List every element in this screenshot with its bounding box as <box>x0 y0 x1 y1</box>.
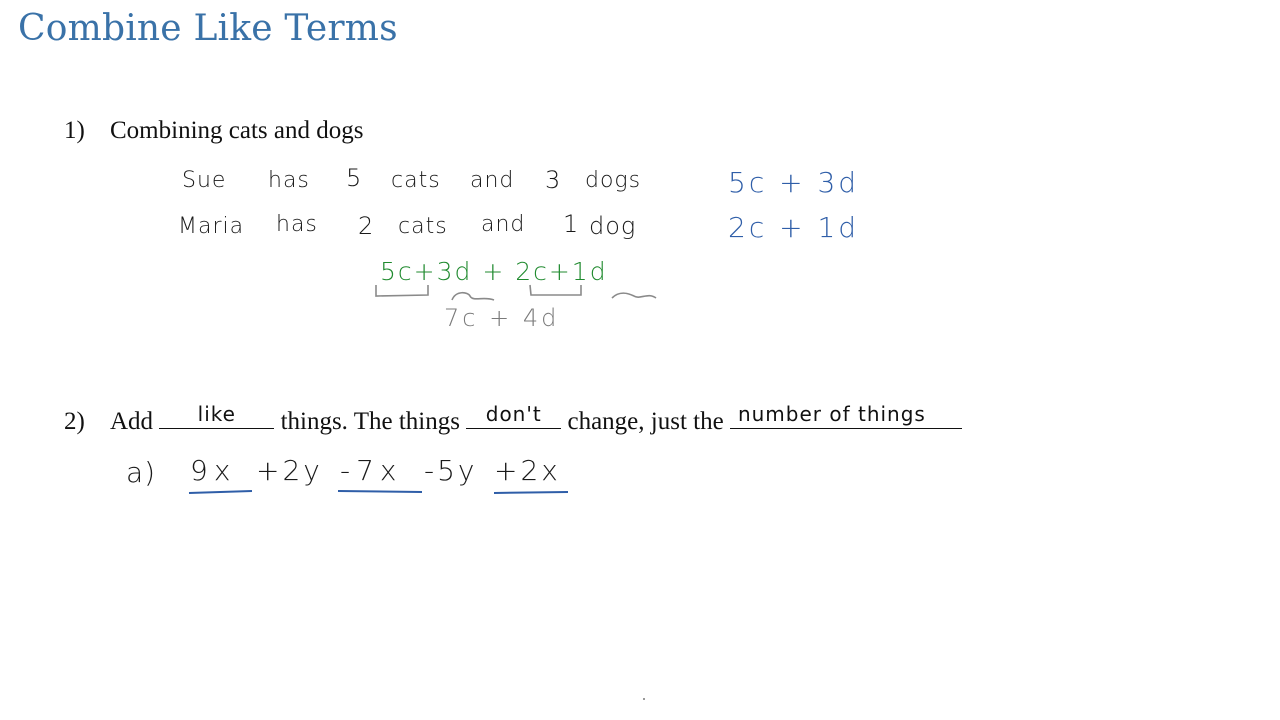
word: 3 <box>545 166 562 194</box>
underline-7x <box>337 490 423 493</box>
word: 5 <box>346 164 363 192</box>
word: 2 <box>358 212 375 240</box>
section-2-number: 2) <box>64 408 85 435</box>
blank-2-answer: don't <box>485 402 542 426</box>
word: dog <box>589 212 637 240</box>
blank-3: number of things <box>729 402 962 429</box>
section-1-number: 1) <box>64 117 85 144</box>
word: has <box>268 168 310 193</box>
word: dogs <box>585 168 642 193</box>
word: cats <box>391 168 441 193</box>
text-part: change, just the <box>567 408 724 435</box>
term: -5y <box>424 454 478 487</box>
sum-expression: 5c+3d + 2c+1d <box>380 257 608 286</box>
word: Sue <box>182 168 227 193</box>
expression-sue: 5c + 3d <box>728 166 860 199</box>
result-expression: 7c + 4d <box>444 304 560 332</box>
word: and <box>470 168 515 193</box>
text-part: things. The things <box>280 408 460 435</box>
blank-3-answer: number of things <box>737 402 926 426</box>
text-part: Add <box>110 408 154 435</box>
word: cats <box>398 214 448 239</box>
blank-1: like <box>159 402 275 429</box>
term: 9x <box>190 454 237 487</box>
pointer-dot <box>643 698 645 700</box>
term: +2y <box>256 454 323 487</box>
squiggle-d-1 <box>451 291 495 301</box>
section-1-title: Combining cats and dogs <box>110 117 364 144</box>
blank-2: don't <box>466 402 562 429</box>
section-2-sentence: 2) Add like things. The things don't chan… <box>64 402 962 436</box>
annotation-marks <box>188 284 657 494</box>
bracket-c-1 <box>375 285 429 297</box>
underline-2x <box>493 491 569 494</box>
word: and <box>481 212 526 237</box>
expression-maria: 2c + 1d <box>728 211 860 244</box>
page-title: Combine Like Terms <box>18 8 398 49</box>
bracket-c-2 <box>529 284 582 296</box>
term: -7x <box>340 454 403 487</box>
term: +2x <box>494 454 561 487</box>
squiggle-d-2 <box>611 292 657 299</box>
word: Maria <box>178 214 245 239</box>
word: has <box>276 212 318 237</box>
section-1-heading: 1) Combining cats and dogs <box>64 117 363 145</box>
example-label: a) <box>126 456 157 489</box>
blank-1-answer: like <box>197 402 236 426</box>
word: 1 <box>563 210 580 238</box>
underline-9x <box>188 490 253 494</box>
